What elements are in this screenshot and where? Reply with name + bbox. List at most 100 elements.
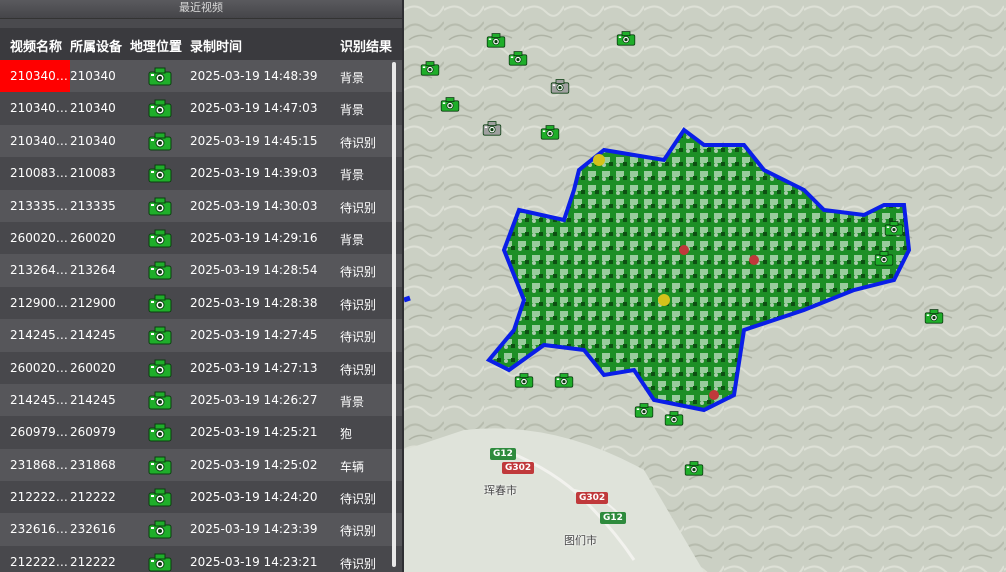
video-name[interactable]: 212222_... <box>10 555 68 569</box>
record-time: 2025-03-19 14:47:03 <box>190 101 318 116</box>
device-id: 232616 <box>70 522 116 537</box>
record-time: 2025-03-19 14:23:39 <box>190 522 318 537</box>
device-id: 214245 <box>70 328 116 343</box>
map-camera-icon[interactable] <box>616 30 636 46</box>
location-camera-icon[interactable] <box>148 131 172 151</box>
video-name[interactable]: 212900_... <box>10 296 68 310</box>
video-name[interactable]: 260020_... <box>10 361 68 375</box>
device-id: 212222 <box>70 554 116 569</box>
video-name[interactable]: 231868_... <box>10 458 68 472</box>
map-camera-icon[interactable] <box>684 460 704 476</box>
table-row[interactable]: 212222_... 212222 2025-03-19 14:23:21 待识别 <box>0 545 402 572</box>
location-camera-icon[interactable] <box>148 228 172 248</box>
map-camera-icon[interactable] <box>540 124 560 140</box>
device-id: 210340 <box>70 69 116 83</box>
map-camera-icon[interactable] <box>486 32 506 48</box>
video-name[interactable]: 260979_... <box>10 425 68 439</box>
recent-video-panel: 最近视频 视频名称 所属设备 地理位置 录制时间 识别结果 210340_...… <box>0 0 404 572</box>
location-camera-icon[interactable] <box>148 66 172 86</box>
table-row[interactable]: 260979_... 260979 2025-03-19 14:25:21 狍 <box>0 416 402 449</box>
location-camera-icon[interactable] <box>148 293 172 313</box>
list-scrollbar[interactable] <box>392 62 396 567</box>
map-camera-icon[interactable] <box>924 308 944 324</box>
col-header-location[interactable]: 地理位置 <box>130 36 182 55</box>
video-name[interactable]: 210083_... <box>10 166 68 180</box>
map-camera-icon[interactable] <box>554 372 574 388</box>
col-header-name[interactable]: 视频名称 <box>10 36 62 55</box>
device-id: 212900 <box>70 295 116 310</box>
table-row[interactable]: 210340_... 210340 2025-03-19 14:48:39 背景 <box>0 60 402 93</box>
location-camera-icon[interactable] <box>148 390 172 410</box>
map-camera-icon[interactable] <box>508 50 528 66</box>
table-row[interactable]: 232616_... 232616 2025-03-19 14:23:39 待识别 <box>0 513 402 546</box>
device-id: 210340 <box>70 133 116 148</box>
location-camera-icon[interactable] <box>148 98 172 118</box>
record-time: 2025-03-19 14:26:27 <box>190 392 318 407</box>
video-name[interactable]: 210340_... <box>10 134 68 148</box>
map-camera-icon[interactable] <box>440 96 460 112</box>
recognition-result: 待识别 <box>340 492 377 507</box>
video-name[interactable]: 213335_... <box>10 199 68 213</box>
device-id: 212222 <box>70 490 116 505</box>
device-id: 260020 <box>70 360 116 375</box>
highway-shield: G12 <box>600 512 626 524</box>
panel-title: 最近视频 <box>0 0 402 19</box>
recognition-result: 待识别 <box>340 330 377 345</box>
recognition-result: 待识别 <box>340 556 377 571</box>
recognition-result: 背景 <box>340 103 365 118</box>
video-name[interactable]: 214245_... <box>10 393 68 407</box>
location-camera-icon[interactable] <box>148 519 172 539</box>
record-time: 2025-03-19 14:25:21 <box>190 425 318 440</box>
table-row[interactable]: 260020_... 260020 2025-03-19 14:29:16 背景 <box>0 221 402 255</box>
map-camera-icon[interactable] <box>514 372 534 388</box>
video-name[interactable]: 212222_... <box>10 490 68 504</box>
video-name[interactable]: 213264_... <box>10 263 68 277</box>
recognition-result: 背景 <box>340 394 365 409</box>
map-camera-icon[interactable] <box>874 250 894 266</box>
location-camera-icon[interactable] <box>148 455 172 475</box>
video-name[interactable]: 210340_... <box>10 101 68 115</box>
highway-shield: G12 <box>490 448 516 460</box>
table-row[interactable]: 214245_... 214245 2025-03-19 14:27:45 待识别 <box>0 319 402 352</box>
location-camera-icon[interactable] <box>148 325 172 345</box>
table-row[interactable]: 231868_... 231868 2025-03-19 14:25:02 车辆 <box>0 448 402 482</box>
col-header-result[interactable]: 识别结果 <box>340 36 392 55</box>
table-row[interactable]: 210340_... 210340 2025-03-19 14:47:03 背景 <box>0 92 402 125</box>
location-camera-icon[interactable] <box>148 196 172 216</box>
location-camera-icon[interactable] <box>148 487 172 507</box>
device-id: 210083 <box>70 166 116 181</box>
map-camera-icon[interactable] <box>664 410 684 426</box>
map-camera-icon[interactable] <box>482 120 502 136</box>
record-time: 2025-03-19 14:27:45 <box>190 328 318 343</box>
table-row[interactable]: 213335_... 213335 2025-03-19 14:30:03 待识别 <box>0 189 402 222</box>
location-camera-icon[interactable] <box>148 358 172 378</box>
recognition-result: 待识别 <box>340 135 377 150</box>
location-camera-icon[interactable] <box>148 260 172 280</box>
video-name[interactable]: 260020_... <box>10 231 68 245</box>
alert-cluster <box>658 294 670 306</box>
map-camera-icon[interactable] <box>884 220 904 236</box>
table-row[interactable]: 214245_... 214245 2025-03-19 14:26:27 背景 <box>0 383 402 417</box>
record-time: 2025-03-19 14:25:02 <box>190 457 318 472</box>
location-camera-icon[interactable] <box>148 163 172 183</box>
record-time: 2025-03-19 14:27:13 <box>190 360 318 375</box>
table-row[interactable]: 260020_... 260020 2025-03-19 14:27:13 待识别 <box>0 351 402 384</box>
map-view[interactable]: G12 G302 G302 G12 珲春市 图们市 <box>404 0 1006 572</box>
map-camera-icon[interactable] <box>420 60 440 76</box>
alert-cluster <box>679 245 689 255</box>
location-camera-icon[interactable] <box>148 422 172 442</box>
table-row[interactable]: 212222_... 212222 2025-03-19 14:24:20 待识别 <box>0 481 402 514</box>
video-name[interactable]: 210340_... <box>0 60 70 92</box>
col-header-time[interactable]: 录制时间 <box>190 36 242 55</box>
video-name[interactable]: 232616_... <box>10 522 68 536</box>
table-row[interactable]: 210083_... 210083 2025-03-19 14:39:03 背景 <box>0 157 402 190</box>
location-camera-icon[interactable] <box>148 552 172 572</box>
table-row[interactable]: 210340_... 210340 2025-03-19 14:45:15 待识别 <box>0 124 402 158</box>
table-row[interactable]: 213264_... 213264 2025-03-19 14:28:54 待识别 <box>0 254 402 287</box>
map-camera-icon[interactable] <box>634 402 654 418</box>
col-header-device[interactable]: 所属设备 <box>70 36 122 55</box>
table-row[interactable]: 212900_... 212900 2025-03-19 14:28:38 待识别 <box>0 286 402 320</box>
boundary-edge <box>404 295 411 303</box>
video-name[interactable]: 214245_... <box>10 328 68 342</box>
map-camera-icon[interactable] <box>550 78 570 94</box>
